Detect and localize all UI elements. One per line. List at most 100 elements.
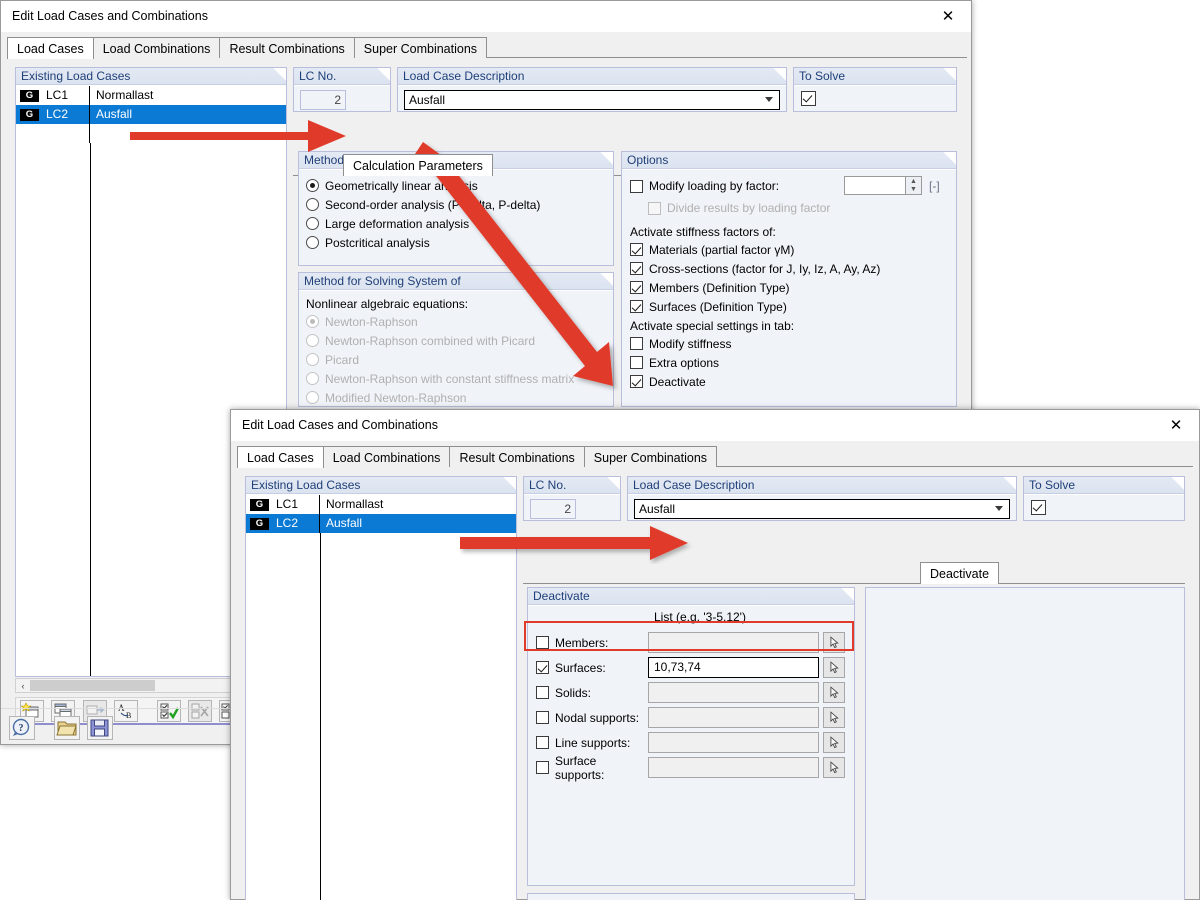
- save-icon[interactable]: [87, 716, 114, 740]
- to-solve-checkbox[interactable]: [801, 91, 816, 106]
- deactivate-row-surfaces[interactable]: Surfaces: 10,73,74: [536, 657, 845, 678]
- pick-cursor-icon[interactable]: [823, 682, 845, 703]
- pick-cursor-icon[interactable]: [823, 632, 845, 653]
- radio-newton-raphson-constant-stiffness[interactable]: Newton-Raphson with constant stiffness m…: [306, 369, 613, 388]
- special-deactivate-row[interactable]: Deactivate: [630, 372, 956, 391]
- stiffness-surfaces-checkbox[interactable]: [630, 300, 643, 313]
- scroll-thumb[interactable]: [30, 680, 155, 691]
- stiffness-cross-sections-row[interactable]: Cross-sections (factor for J, Iy, Iz, A,…: [630, 259, 956, 278]
- surface-supports-label-wrap[interactable]: Surface supports:: [536, 754, 648, 782]
- deactivate-row-members[interactable]: Members:: [536, 632, 845, 653]
- surfaces-label-wrap[interactable]: Surfaces:: [536, 661, 648, 675]
- deactivate-row-solids[interactable]: Solids:: [536, 682, 845, 703]
- radio-newton-raphson[interactable]: Newton-Raphson: [306, 312, 613, 331]
- pick-cursor-icon[interactable]: [823, 732, 845, 753]
- radio-geometrically-linear[interactable]: Geometrically linear analysis: [306, 176, 613, 195]
- radio-postcritical[interactable]: Postcritical analysis: [306, 233, 613, 252]
- spinner-buttons[interactable]: ▲ ▼: [906, 176, 922, 195]
- open-folder-icon[interactable]: [53, 716, 80, 740]
- radio-button[interactable]: [306, 198, 319, 211]
- solids-list-input[interactable]: [648, 682, 819, 703]
- load-case-description-combobox[interactable]: Ausfall: [404, 90, 780, 110]
- deactivate-row-line-supports[interactable]: Line supports:: [536, 732, 845, 753]
- stiffness-materials-checkbox[interactable]: [630, 243, 643, 256]
- solids-label-wrap[interactable]: Solids:: [536, 686, 648, 700]
- nodal-supports-checkbox[interactable]: [536, 711, 549, 724]
- lc-no-input[interactable]: 2: [530, 499, 576, 519]
- chevron-down-icon[interactable]: [995, 506, 1003, 514]
- table-row[interactable]: G LC2 Ausfall: [16, 105, 286, 124]
- radio-button[interactable]: [306, 372, 319, 385]
- members-label-wrap[interactable]: Members:: [536, 636, 648, 650]
- nodal-supports-list-input[interactable]: [648, 707, 819, 728]
- deactivate-checkbox[interactable]: [630, 375, 643, 388]
- close-icon[interactable]: ✕: [925, 1, 971, 31]
- table-row[interactable]: G LC1 Normallast: [246, 495, 516, 514]
- tab-super-combinations[interactable]: Super Combinations: [353, 37, 488, 58]
- radio-button[interactable]: [306, 391, 319, 404]
- rename-icon[interactable]: AB: [114, 700, 139, 722]
- stiffness-members-row[interactable]: Members (Definition Type): [630, 278, 956, 297]
- spinner-down-icon[interactable]: ▼: [906, 186, 921, 195]
- spinner-up-icon[interactable]: ▲: [906, 177, 921, 186]
- deselect-all-icon[interactable]: [188, 700, 213, 722]
- to-solve-checkbox[interactable]: [1031, 500, 1046, 515]
- solids-checkbox[interactable]: [536, 686, 549, 699]
- surfaces-checkbox[interactable]: [536, 661, 549, 674]
- line-supports-list-input[interactable]: [648, 732, 819, 753]
- close-icon[interactable]: ✕: [1153, 410, 1199, 440]
- load-case-description-combobox[interactable]: Ausfall: [634, 499, 1010, 519]
- surfaces-list-input[interactable]: 10,73,74: [648, 657, 819, 678]
- pick-cursor-icon[interactable]: [823, 757, 845, 778]
- loading-factor-spinner[interactable]: ▲ ▼ [-]: [844, 176, 940, 195]
- select-all-icon[interactable]: [156, 700, 181, 722]
- tab-calculation-parameters[interactable]: Calculation Parameters: [343, 154, 493, 176]
- special-extra-options-row[interactable]: Extra options: [630, 353, 956, 372]
- chevron-down-icon[interactable]: [765, 97, 773, 105]
- stiffness-members-checkbox[interactable]: [630, 281, 643, 294]
- help-icon[interactable]: ?: [9, 716, 35, 740]
- tab-load-cases[interactable]: Load Cases: [237, 446, 324, 468]
- tab-result-combinations[interactable]: Result Combinations: [449, 446, 585, 467]
- deactivate-row-nodal-supports[interactable]: Nodal supports:: [536, 707, 845, 728]
- nodal-supports-label-wrap[interactable]: Nodal supports:: [536, 711, 648, 725]
- radio-modified-newton-raphson[interactable]: Modified Newton-Raphson: [306, 388, 613, 406]
- loading-factor-input[interactable]: [844, 176, 906, 195]
- pick-cursor-icon[interactable]: [823, 657, 845, 678]
- special-modify-stiffness-row[interactable]: Modify stiffness: [630, 334, 956, 353]
- tab-deactivate[interactable]: Deactivate: [920, 562, 1000, 584]
- radio-button[interactable]: [306, 217, 319, 230]
- modify-loading-checkbox[interactable]: [630, 179, 643, 193]
- lc-no-input[interactable]: 2: [300, 90, 346, 110]
- extra-options-checkbox[interactable]: [630, 356, 643, 369]
- table-row[interactable]: G LC1 Normallast: [16, 86, 286, 105]
- radio-newton-raphson-picard[interactable]: Newton-Raphson combined with Picard: [306, 331, 613, 350]
- line-supports-label-wrap[interactable]: Line supports:: [536, 736, 648, 750]
- pick-cursor-icon[interactable]: [823, 707, 845, 728]
- line-supports-checkbox[interactable]: [536, 736, 549, 749]
- tab-load-combinations[interactable]: Load Combinations: [92, 37, 221, 58]
- surface-supports-checkbox[interactable]: [536, 761, 549, 774]
- tab-load-cases[interactable]: Load Cases: [7, 37, 94, 59]
- radio-button[interactable]: [306, 179, 319, 192]
- load-cases-list[interactable]: G LC1 Normallast G LC2 Ausfall: [246, 495, 516, 900]
- radio-large-deformation[interactable]: Large deformation analysis: [306, 214, 613, 233]
- tab-load-combinations[interactable]: Load Combinations: [322, 446, 451, 467]
- radio-picard[interactable]: Picard: [306, 350, 613, 369]
- radio-button[interactable]: [306, 236, 319, 249]
- members-list-input[interactable]: [648, 632, 819, 653]
- radio-second-order[interactable]: Second-order analysis (P-Delta, P-delta): [306, 195, 613, 214]
- stiffness-surfaces-row[interactable]: Surfaces (Definition Type): [630, 297, 956, 316]
- stiffness-materials-row[interactable]: Materials (partial factor γM): [630, 240, 956, 259]
- stiffness-cross-sections-checkbox[interactable]: [630, 262, 643, 275]
- tab-result-combinations[interactable]: Result Combinations: [219, 37, 355, 58]
- table-row[interactable]: G LC2 Ausfall: [246, 514, 516, 533]
- divide-results-row[interactable]: Divide results by loading factor: [630, 197, 956, 219]
- members-checkbox[interactable]: [536, 636, 549, 649]
- surface-supports-list-input[interactable]: [648, 757, 819, 778]
- scroll-left-arrow[interactable]: ‹: [16, 681, 30, 691]
- tab-super-combinations[interactable]: Super Combinations: [583, 446, 718, 467]
- radio-button[interactable]: [306, 334, 319, 347]
- modify-stiffness-checkbox[interactable]: [630, 337, 643, 350]
- deactivate-row-surface-supports[interactable]: Surface supports:: [536, 754, 845, 782]
